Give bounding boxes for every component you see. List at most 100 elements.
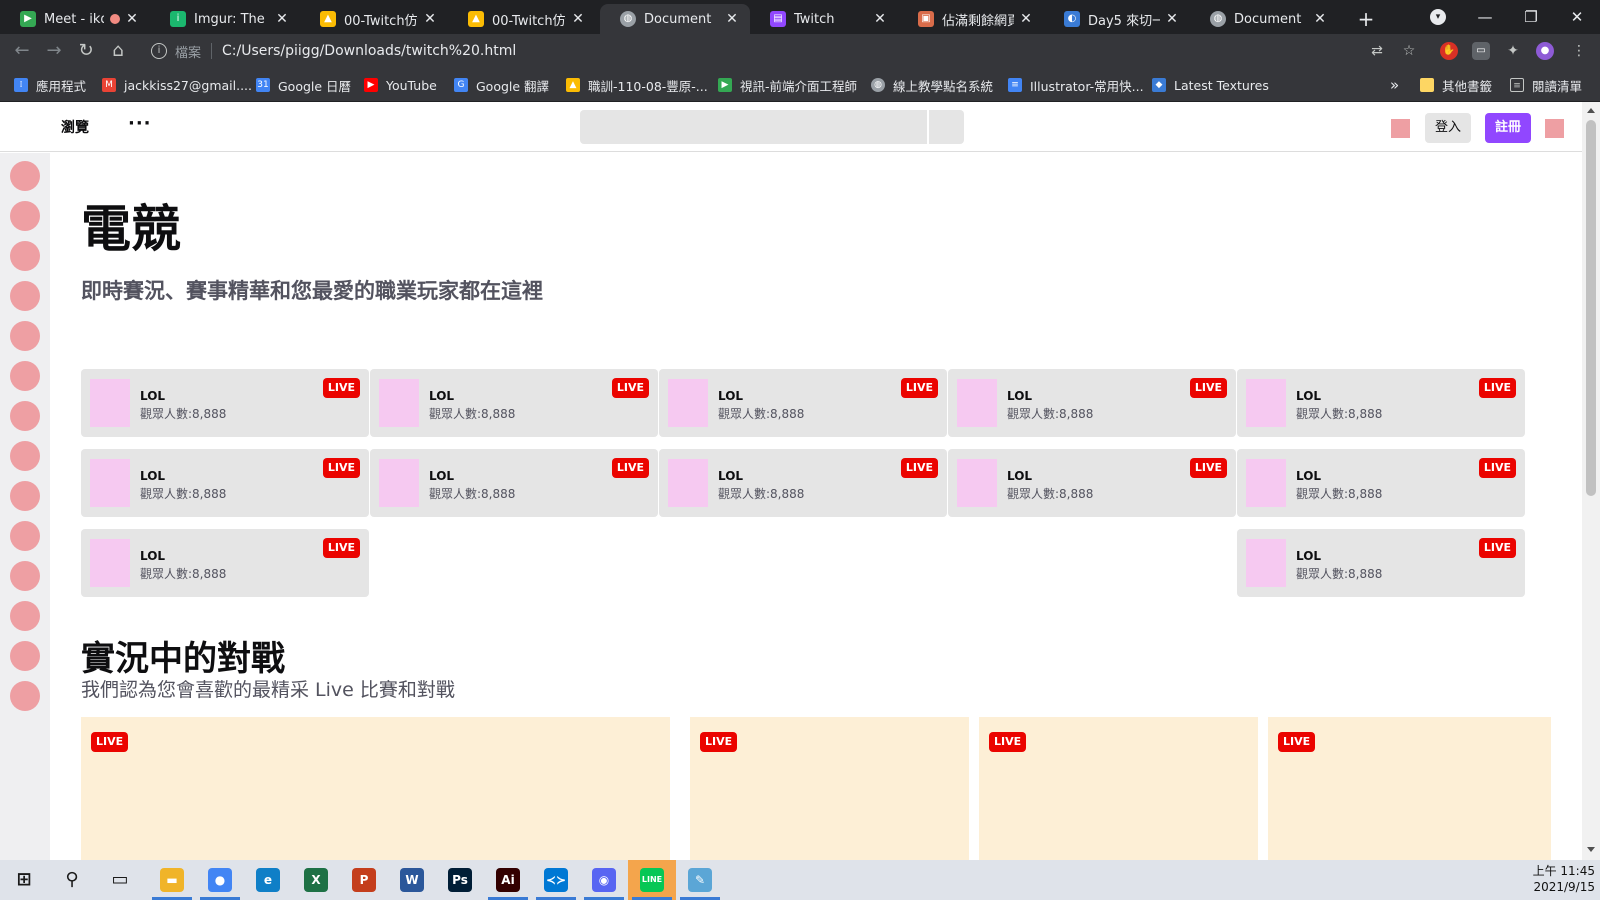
- category-card[interactable]: LOL 觀眾人數:8,888 LIVE: [370, 449, 658, 517]
- taskbar-powerpoint[interactable]: P: [340, 860, 388, 900]
- scroll-up-icon[interactable]: [1587, 108, 1595, 113]
- tab-full-page[interactable]: ▣ 佔滿剩餘網頁 ✕: [898, 4, 1044, 34]
- user-avatar-icon[interactable]: [1545, 119, 1564, 138]
- sidebar-channel-avatar[interactable]: [10, 641, 40, 671]
- tab-search-icon[interactable]: ▾: [1430, 9, 1446, 25]
- category-card[interactable]: LOL 觀眾人數:8,888 LIVE: [81, 369, 369, 437]
- bookmark-youtube[interactable]: ▶ YouTube: [364, 76, 437, 94]
- other-bookmarks[interactable]: 其他書籤: [1420, 76, 1492, 94]
- reading-list[interactable]: ≡ 閱讀清單: [1510, 76, 1582, 94]
- category-card[interactable]: LOL 觀眾人數:8,888 LIVE: [948, 369, 1236, 437]
- adblock-extension-icon[interactable]: ✋: [1440, 42, 1458, 60]
- close-icon[interactable]: ✕: [724, 11, 740, 27]
- category-card[interactable]: LOL 觀眾人數:8,888 LIVE: [659, 449, 947, 517]
- tab-twitch[interactable]: ▤ Twitch ✕: [750, 4, 898, 34]
- close-icon[interactable]: ✕: [274, 11, 290, 27]
- close-icon[interactable]: ✕: [422, 11, 438, 27]
- bookmark-attendance[interactable]: ◍ 線上教學點名系統: [871, 76, 993, 94]
- taskbar-start[interactable]: ⊞: [0, 860, 48, 900]
- match-card[interactable]: LIVE: [81, 717, 670, 860]
- category-card[interactable]: LOL 觀眾人數:8,888 LIVE: [81, 529, 369, 597]
- sidebar-channel-avatar[interactable]: [10, 681, 40, 711]
- forward-icon[interactable]: →: [42, 39, 66, 63]
- chat-extension-icon[interactable]: ▭: [1472, 42, 1490, 60]
- category-card[interactable]: LOL 觀眾人數:8,888 LIVE: [1237, 369, 1525, 437]
- search-button[interactable]: [929, 110, 964, 144]
- bookmark-meet[interactable]: ▶ 視訊-前端介面工程師: [718, 76, 857, 94]
- match-card[interactable]: LIVE: [690, 717, 969, 860]
- address-bar[interactable]: i 檔案 C:/Users/piigg/Downloads/twitch%20.…: [143, 37, 1413, 65]
- tab-meet[interactable]: ▶ Meet - ikd ✕: [0, 4, 150, 34]
- close-icon[interactable]: ✕: [1164, 11, 1180, 27]
- taskbar-line[interactable]: LINE: [628, 860, 676, 900]
- bookmark-star-icon[interactable]: ☆: [1400, 42, 1418, 60]
- tab-document-active[interactable]: ◍ Document ✕: [600, 4, 750, 34]
- bookmark-calendar[interactable]: 31 Google 日曆: [256, 76, 351, 94]
- reload-icon[interactable]: ↻: [74, 39, 98, 63]
- taskbar-excel[interactable]: X: [292, 860, 340, 900]
- taskbar-vscode[interactable]: ≺≻: [532, 860, 580, 900]
- taskbar-illustrator[interactable]: Ai: [484, 860, 532, 900]
- bookmark-translate[interactable]: G Google 翻譯: [454, 76, 549, 94]
- tab-ithome[interactable]: ◐ Day5 來切一個 ✕: [1044, 4, 1190, 34]
- url-text[interactable]: C:/Users/piigg/Downloads/twitch%20.html: [222, 43, 516, 59]
- search-input[interactable]: [580, 110, 927, 144]
- tab-drive-2[interactable]: ▲ 00-Twitch仿切 ✕: [448, 4, 596, 34]
- home-icon[interactable]: ⌂: [106, 39, 130, 63]
- close-icon[interactable]: ✕: [872, 11, 888, 27]
- tab-drive-1[interactable]: ▲ 00-Twitch仿切 ✕: [300, 4, 448, 34]
- close-icon[interactable]: ✕: [570, 11, 586, 27]
- new-tab-icon[interactable]: +: [1353, 6, 1379, 32]
- tab-document[interactable]: ◍ Document ✕: [1190, 4, 1338, 34]
- bookmark-drive[interactable]: ▲ 職訓-110-08-豐原-...: [566, 76, 708, 94]
- login-button[interactable]: 登入: [1425, 113, 1471, 143]
- back-icon[interactable]: ←: [10, 39, 34, 63]
- more-menu-icon[interactable]: ···: [128, 113, 152, 134]
- taskbar-task-view[interactable]: ▭: [96, 860, 144, 900]
- window-close-icon[interactable]: ✕: [1554, 4, 1600, 30]
- tab-imgur[interactable]: i Imgur: The ma ✕: [150, 4, 300, 34]
- scrollbar-thumb[interactable]: [1586, 120, 1596, 496]
- taskbar-search[interactable]: ⚲: [48, 860, 96, 900]
- taskbar-clock[interactable]: 上午 11:45 2021/9/15: [1525, 863, 1595, 895]
- sidebar-channel-avatar[interactable]: [10, 201, 40, 231]
- taskbar-discord[interactable]: ◉: [580, 860, 628, 900]
- match-card[interactable]: LIVE: [1268, 717, 1551, 860]
- translate-icon[interactable]: ⇄: [1368, 42, 1386, 60]
- taskbar-edge[interactable]: e: [244, 860, 292, 900]
- info-icon[interactable]: i: [151, 43, 167, 59]
- sidebar-channel-avatar[interactable]: [10, 401, 40, 431]
- close-icon[interactable]: ✕: [124, 11, 140, 27]
- category-card[interactable]: LOL 觀眾人數:8,888 LIVE: [659, 369, 947, 437]
- scroll-down-icon[interactable]: [1587, 847, 1595, 852]
- restore-icon[interactable]: ❐: [1508, 4, 1554, 30]
- bookmarks-overflow-icon[interactable]: »: [1390, 76, 1399, 94]
- nav-square-icon[interactable]: [1391, 119, 1410, 138]
- bookmark-apps[interactable]: ⁞ 應用程式: [14, 76, 86, 94]
- nav-browse-link[interactable]: 瀏覽: [61, 117, 89, 137]
- sidebar-channel-avatar[interactable]: [10, 241, 40, 271]
- bookmark-textures[interactable]: ◆ Latest Textures: [1152, 76, 1269, 94]
- close-icon[interactable]: ✕: [1018, 11, 1034, 27]
- page-scrollbar[interactable]: [1582, 102, 1600, 860]
- category-card[interactable]: LOL 觀眾人數:8,888 LIVE: [1237, 529, 1525, 597]
- bookmark-gmail[interactable]: M jackkiss27@gmail....: [102, 76, 252, 94]
- taskbar-chrome[interactable]: ●: [196, 860, 244, 900]
- category-card[interactable]: LOL 觀眾人數:8,888 LIVE: [81, 449, 369, 517]
- category-card[interactable]: LOL 觀眾人數:8,888 LIVE: [948, 449, 1236, 517]
- sidebar-channel-avatar[interactable]: [10, 441, 40, 471]
- taskbar-notepad[interactable]: ✎: [676, 860, 724, 900]
- chrome-menu-icon[interactable]: ⋮: [1570, 42, 1588, 60]
- sidebar-channel-avatar[interactable]: [10, 361, 40, 391]
- taskbar-photoshop[interactable]: Ps: [436, 860, 484, 900]
- sidebar-channel-avatar[interactable]: [10, 281, 40, 311]
- sidebar-channel-avatar[interactable]: [10, 161, 40, 191]
- close-icon[interactable]: ✕: [1312, 11, 1328, 27]
- taskbar-file-explorer[interactable]: ▬: [148, 860, 196, 900]
- taskbar-word[interactable]: W: [388, 860, 436, 900]
- sidebar-channel-avatar[interactable]: [10, 561, 40, 591]
- category-card[interactable]: LOL 觀眾人數:8,888 LIVE: [370, 369, 658, 437]
- category-card[interactable]: LOL 觀眾人數:8,888 LIVE: [1237, 449, 1525, 517]
- sidebar-channel-avatar[interactable]: [10, 521, 40, 551]
- extensions-puzzle-icon[interactable]: ✦: [1504, 42, 1522, 60]
